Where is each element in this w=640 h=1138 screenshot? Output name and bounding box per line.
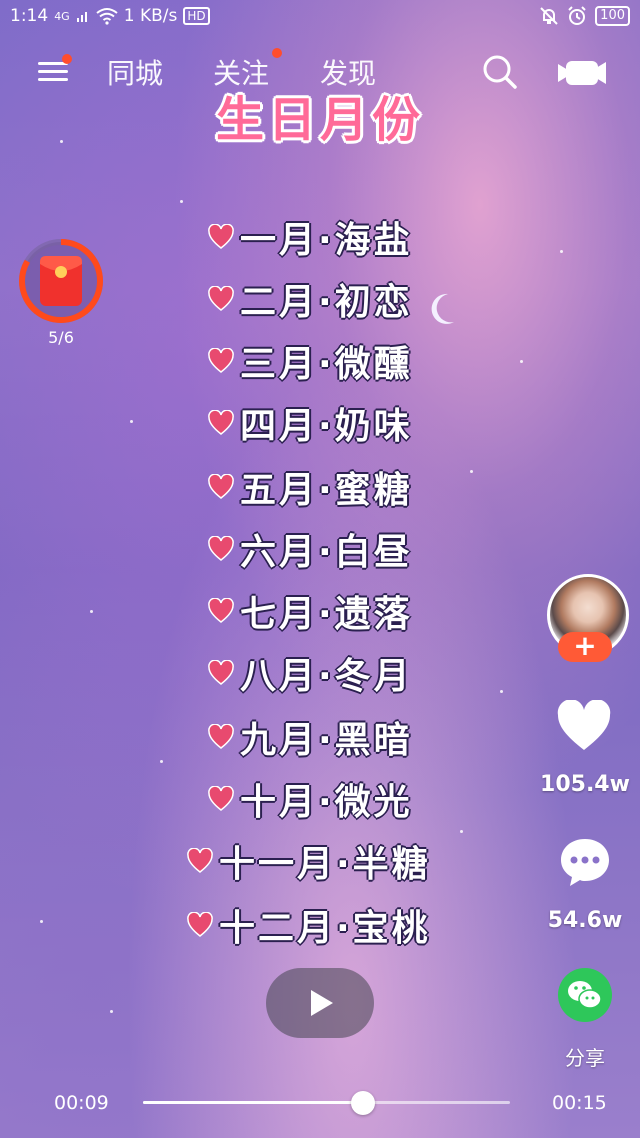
month-item: 七月·遗落 (208, 586, 413, 636)
month-label: 七月·遗落 (240, 594, 413, 635)
camera-button[interactable] (556, 58, 608, 88)
share-label: 分享 (565, 1046, 605, 1070)
video-camera-icon (558, 61, 606, 85)
month-label: 十月·微光 (240, 782, 413, 823)
total-time: 00:15 (552, 1092, 607, 1114)
like-count: 105.4w (540, 772, 630, 797)
heart-icon (208, 286, 234, 311)
follow-button[interactable]: + (558, 632, 612, 662)
heart-icon (208, 224, 234, 249)
month-item: 二月·初恋 (208, 274, 413, 324)
month-item: 四月·奶味 (208, 398, 413, 448)
heart-icon (208, 536, 234, 561)
heart-icon (208, 348, 234, 373)
menu-button[interactable] (38, 54, 72, 84)
month-item: 九月·黑暗 (208, 712, 413, 762)
play-button[interactable] (266, 968, 374, 1038)
month-item: 五月·蜜糖 (208, 462, 413, 512)
comment-count: 54.6w (547, 908, 623, 933)
search-icon (483, 55, 517, 89)
current-time: 00:09 (54, 1092, 109, 1114)
month-item: 八月·冬月 (208, 648, 413, 698)
comment-button[interactable] (558, 836, 612, 888)
month-label: 十二月·宝桃 (219, 908, 431, 949)
wechat-icon (558, 968, 612, 1022)
heart-icon (208, 786, 234, 811)
month-label: 二月·初恋 (240, 282, 413, 323)
following-notification-dot (272, 48, 282, 58)
month-label: 三月·微醺 (240, 344, 413, 385)
month-label: 五月·蜜糖 (240, 470, 413, 511)
signal-icon: 4G (54, 9, 70, 23)
status-time: 1:14 (10, 6, 49, 26)
red-packet-progress: 5/6 (48, 328, 74, 347)
red-packet-button[interactable] (18, 238, 104, 324)
share-button[interactable] (558, 968, 612, 1022)
hd-icon: HD (183, 7, 210, 25)
heart-icon (208, 474, 234, 499)
month-item: 十二月·宝桃 (187, 900, 431, 950)
video-overlay-title: 生日月份 (215, 92, 424, 148)
seek-bar[interactable] (143, 1091, 510, 1115)
seek-bar-fill (143, 1101, 364, 1104)
play-icon (311, 990, 333, 1016)
heart-icon (208, 724, 234, 749)
network-speed: 1 KB/s (123, 6, 178, 26)
like-button[interactable] (556, 699, 612, 752)
bell-mute-icon (540, 7, 558, 25)
battery-indicator: 100 (595, 6, 630, 26)
month-label: 六月·白昼 (240, 532, 413, 573)
heart-icon (208, 410, 234, 435)
month-label: 一月·海盐 (240, 220, 413, 261)
month-item: 六月·白昼 (208, 524, 413, 574)
seek-bar-thumb[interactable] (351, 1091, 376, 1115)
heart-icon (187, 848, 213, 873)
month-label: 四月·奶味 (240, 406, 413, 447)
heart-icon (557, 699, 611, 750)
comment-icon (561, 839, 609, 886)
heart-icon (208, 598, 234, 623)
month-item: 三月·微醺 (208, 336, 413, 386)
tab-nearby[interactable]: 同城 (107, 52, 163, 92)
signal-bars-icon (76, 12, 87, 22)
crescent-moon-icon (431, 293, 454, 324)
month-label: 九月·黑暗 (240, 720, 413, 761)
month-item: 十一月·半糖 (187, 836, 431, 886)
wifi-icon (96, 8, 118, 25)
heart-icon (187, 912, 213, 937)
month-item: 十月·微光 (208, 774, 413, 824)
month-label: 十一月·半糖 (219, 844, 431, 885)
menu-notification-dot (62, 54, 72, 64)
month-item: 一月·海盐 (208, 212, 413, 262)
heart-icon (208, 660, 234, 685)
month-label: 八月·冬月 (240, 656, 413, 697)
alarm-icon (568, 6, 586, 25)
search-button[interactable] (482, 54, 518, 90)
status-bar: 1:14 4G 1 KB/s HD 100 (0, 0, 640, 34)
